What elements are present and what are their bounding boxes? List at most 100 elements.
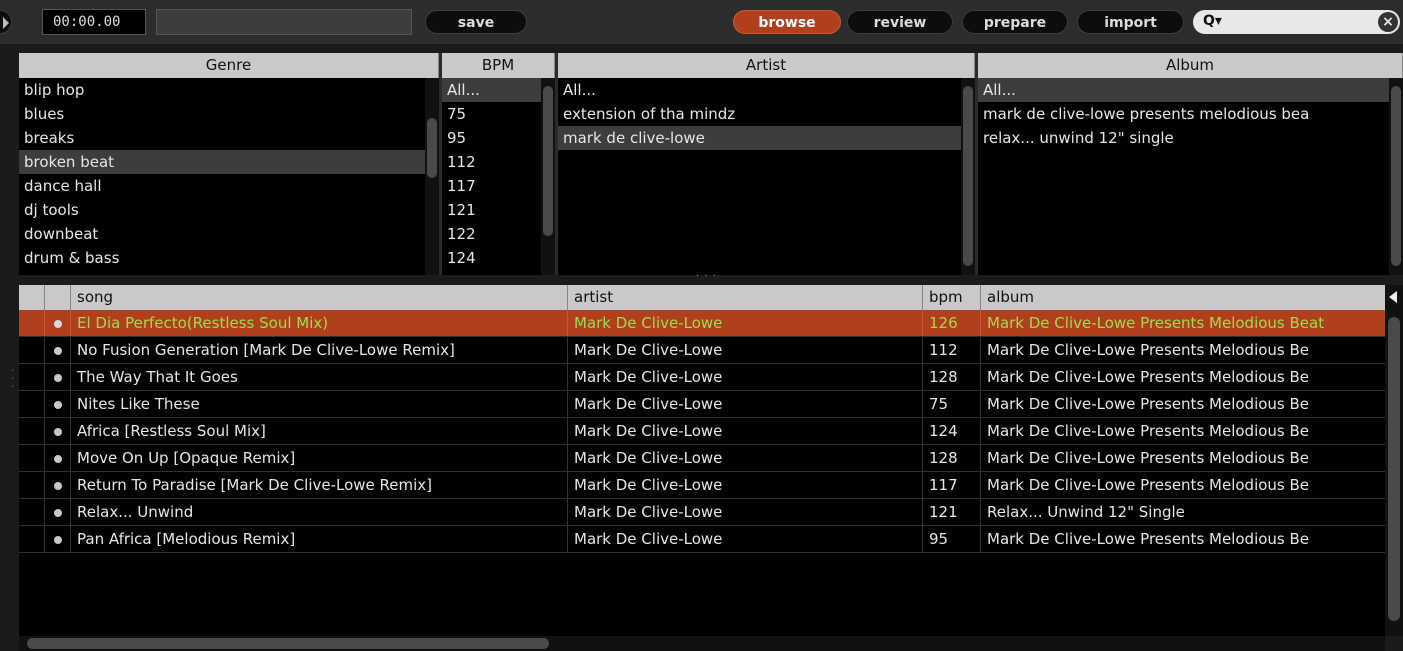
bpm-cell: 75 xyxy=(923,391,981,417)
bpm-list: All... 75 95 112 117 121 122 124 xyxy=(442,78,541,275)
genre-item[interactable]: blues xyxy=(19,102,425,126)
genre-item[interactable]: breaks xyxy=(19,126,425,150)
resize-handle[interactable]: · · · xyxy=(696,271,717,282)
artist-item[interactable]: mark de clive-lowe xyxy=(558,126,961,150)
collapse-arrow-icon[interactable] xyxy=(1389,291,1397,303)
album-cell: Mark De Clive-Lowe Presents Melodious Be xyxy=(987,449,1310,467)
bpm-item[interactable]: All... xyxy=(442,78,541,102)
artist-scrollbar[interactable] xyxy=(961,78,975,275)
artist-cell: Mark De Clive-Lowe xyxy=(568,499,923,525)
bpm-item[interactable]: 124 xyxy=(442,246,541,270)
table-row[interactable]: Nites Like These Mark De Clive-Lowe 75 M… xyxy=(19,391,1385,418)
album-item[interactable]: mark de clive-lowe presents melodious be… xyxy=(978,102,1389,126)
album-cell: Mark De Clive-Lowe Presents Melodious Be xyxy=(987,476,1310,494)
play-arrow-icon[interactable] xyxy=(0,10,12,34)
album-cell: Mark De Clive-Lowe Presents Melodious Be xyxy=(987,368,1310,386)
bpm-cell: 128 xyxy=(923,445,981,471)
bpm-item[interactable]: 75 xyxy=(442,102,541,126)
bpm-scrollbar[interactable] xyxy=(541,78,555,275)
status-dot-icon xyxy=(54,455,62,463)
bpm-cell: 117 xyxy=(923,472,981,498)
bpm-cell: 128 xyxy=(923,364,981,390)
genre-item[interactable]: dance hall xyxy=(19,174,425,198)
table-row[interactable]: El Dia Perfecto(Restless Soul Mix) Mark … xyxy=(19,310,1385,337)
bpm-cell: 95 xyxy=(923,526,981,552)
album-panel: Album All... mark de clive-lowe presents… xyxy=(978,53,1403,275)
table-row[interactable]: Return To Paradise [Mark De Clive-Lowe R… xyxy=(19,472,1385,499)
artist-cell: Mark De Clive-Lowe xyxy=(568,337,923,363)
album-item[interactable]: All... xyxy=(978,78,1389,102)
table-row[interactable]: Relax... Unwind Mark De Clive-Lowe 121 R… xyxy=(19,499,1385,526)
column-header-bpm[interactable]: bpm xyxy=(923,285,981,310)
album-cell: Mark De Clive-Lowe Presents Melodious Be… xyxy=(987,314,1325,332)
bpm-item[interactable]: 121 xyxy=(442,198,541,222)
scroll-thumb[interactable] xyxy=(27,638,549,649)
genre-header[interactable]: Genre xyxy=(19,53,439,78)
album-header[interactable]: Album xyxy=(978,53,1403,78)
table-row[interactable]: Pan Africa [Melodious Remix] Mark De Cli… xyxy=(19,526,1385,553)
tab-review[interactable]: review xyxy=(847,10,953,34)
bpm-header[interactable]: BPM xyxy=(442,53,555,78)
bpm-cell: 112 xyxy=(923,337,981,363)
table-row[interactable]: No Fusion Generation [Mark De Clive-Lowe… xyxy=(19,337,1385,364)
scroll-thumb[interactable] xyxy=(1388,317,1400,621)
bpm-panel: BPM All... 75 95 112 117 121 122 124 xyxy=(442,53,555,275)
search-dropdown-icon[interactable]: Q▾ xyxy=(1203,13,1222,29)
tab-prepare[interactable]: prepare xyxy=(962,10,1068,34)
genre-item[interactable]: broken beat xyxy=(19,150,425,174)
search-input[interactable]: Q▾ × xyxy=(1193,10,1400,34)
album-list: All... mark de clive-lowe presents melod… xyxy=(978,78,1389,275)
artist-cell: Mark De Clive-Lowe xyxy=(568,364,923,390)
column-header-status[interactable] xyxy=(45,285,71,310)
song-cell: Africa [Restless Soul Mix] xyxy=(71,418,568,444)
artist-item[interactable]: All... xyxy=(558,78,961,102)
genre-item[interactable]: downbeat xyxy=(19,222,425,246)
column-header-song[interactable]: song xyxy=(71,285,568,310)
status-dot-icon xyxy=(54,482,62,490)
artist-cell: Mark De Clive-Lowe xyxy=(568,310,923,336)
song-cell: Pan Africa [Melodious Remix] xyxy=(71,526,568,552)
column-header-artist[interactable]: artist xyxy=(568,285,923,310)
bpm-item[interactable]: 95 xyxy=(442,126,541,150)
status-dot-icon xyxy=(54,374,62,382)
column-header-album[interactable]: album xyxy=(981,285,1385,310)
table-row[interactable]: Africa [Restless Soul Mix] Mark De Clive… xyxy=(19,418,1385,445)
drag-handle-icon[interactable]: · · · xyxy=(11,367,14,393)
table-horizontal-scrollbar[interactable] xyxy=(19,636,1385,651)
close-icon[interactable]: × xyxy=(1378,12,1398,32)
song-cell: Nites Like These xyxy=(71,391,568,417)
bpm-cell: 126 xyxy=(923,310,981,336)
song-cell: The Way That It Goes xyxy=(71,364,568,390)
song-cell: Move On Up [Opaque Remix] xyxy=(71,445,568,471)
genre-item[interactable]: drum & bass xyxy=(19,246,425,270)
bpm-item[interactable]: 112 xyxy=(442,150,541,174)
tab-import[interactable]: import xyxy=(1077,10,1184,34)
album-cell: Mark De Clive-Lowe Presents Melodious Be xyxy=(987,395,1310,413)
genre-item[interactable]: blip hop xyxy=(19,78,425,102)
genre-scrollbar[interactable] xyxy=(425,78,439,275)
genre-list: blip hop blues breaks broken beat dance … xyxy=(19,78,425,275)
artist-header[interactable]: Artist xyxy=(558,53,975,78)
album-item[interactable]: relax... unwind 12" single xyxy=(978,126,1389,150)
save-button[interactable]: save xyxy=(425,10,527,34)
genre-item[interactable]: dj tools xyxy=(19,198,425,222)
status-dot-icon xyxy=(54,509,62,517)
bpm-item[interactable]: 122 xyxy=(442,222,541,246)
time-display: 00:00.00 xyxy=(42,9,146,35)
tab-browse[interactable]: browse xyxy=(733,10,841,34)
genre-panel: Genre blip hop blues breaks broken beat … xyxy=(19,53,439,275)
artist-cell: Mark De Clive-Lowe xyxy=(568,445,923,471)
table-row[interactable]: Move On Up [Opaque Remix] Mark De Clive-… xyxy=(19,445,1385,472)
browser-panels: Genre blip hop blues breaks broken beat … xyxy=(19,53,1403,275)
track-table: song artist bpm album El Dia Perfecto(Re… xyxy=(19,285,1403,636)
song-cell: Relax... Unwind xyxy=(71,499,568,525)
table-row[interactable]: The Way That It Goes Mark De Clive-Lowe … xyxy=(19,364,1385,391)
album-scrollbar[interactable] xyxy=(1389,78,1403,275)
table-vertical-scrollbar[interactable] xyxy=(1385,285,1403,636)
artist-panel: Artist All... extension of tha mindz mar… xyxy=(558,53,975,275)
artist-cell: Mark De Clive-Lowe xyxy=(568,418,923,444)
bpm-cell: 124 xyxy=(923,418,981,444)
bpm-item[interactable]: 117 xyxy=(442,174,541,198)
artist-item[interactable]: extension of tha mindz xyxy=(558,102,961,126)
column-header-flag[interactable] xyxy=(19,285,45,310)
